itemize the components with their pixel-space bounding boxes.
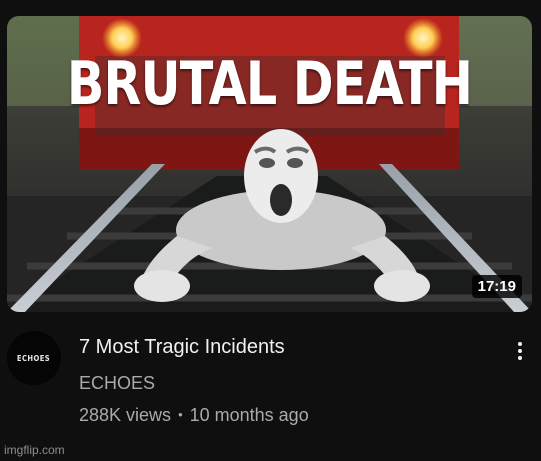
thumbnail-text: BRUTAL DEATH	[66, 49, 473, 119]
channel-name[interactable]: ECHOES	[79, 372, 499, 394]
watermark: imgflip.com	[4, 443, 65, 457]
avatar-logo-text: ECHOES	[17, 353, 51, 363]
view-count: 288K views	[79, 405, 172, 425]
video-card[interactable]: BRUTAL DEATH 17:19 ECHOES 7 Most Tragic …	[0, 0, 541, 461]
menu-dot	[518, 356, 522, 360]
channel-avatar[interactable]: ECHOES	[7, 331, 61, 385]
more-vert-icon[interactable]	[508, 336, 532, 366]
upload-age: 10 months ago	[189, 405, 309, 425]
separator-dot: •	[178, 407, 183, 422]
video-title[interactable]: 7 Most Tragic Incidents	[79, 334, 499, 360]
menu-dot	[518, 342, 522, 346]
duration-badge: 17:19	[471, 275, 522, 298]
video-stats: 288K views • 10 months ago	[79, 404, 499, 426]
video-thumbnail[interactable]: BRUTAL DEATH 17:19	[7, 16, 532, 312]
video-meta: 7 Most Tragic Incidents ECHOES 288K view…	[79, 334, 499, 426]
menu-dot	[518, 349, 522, 353]
